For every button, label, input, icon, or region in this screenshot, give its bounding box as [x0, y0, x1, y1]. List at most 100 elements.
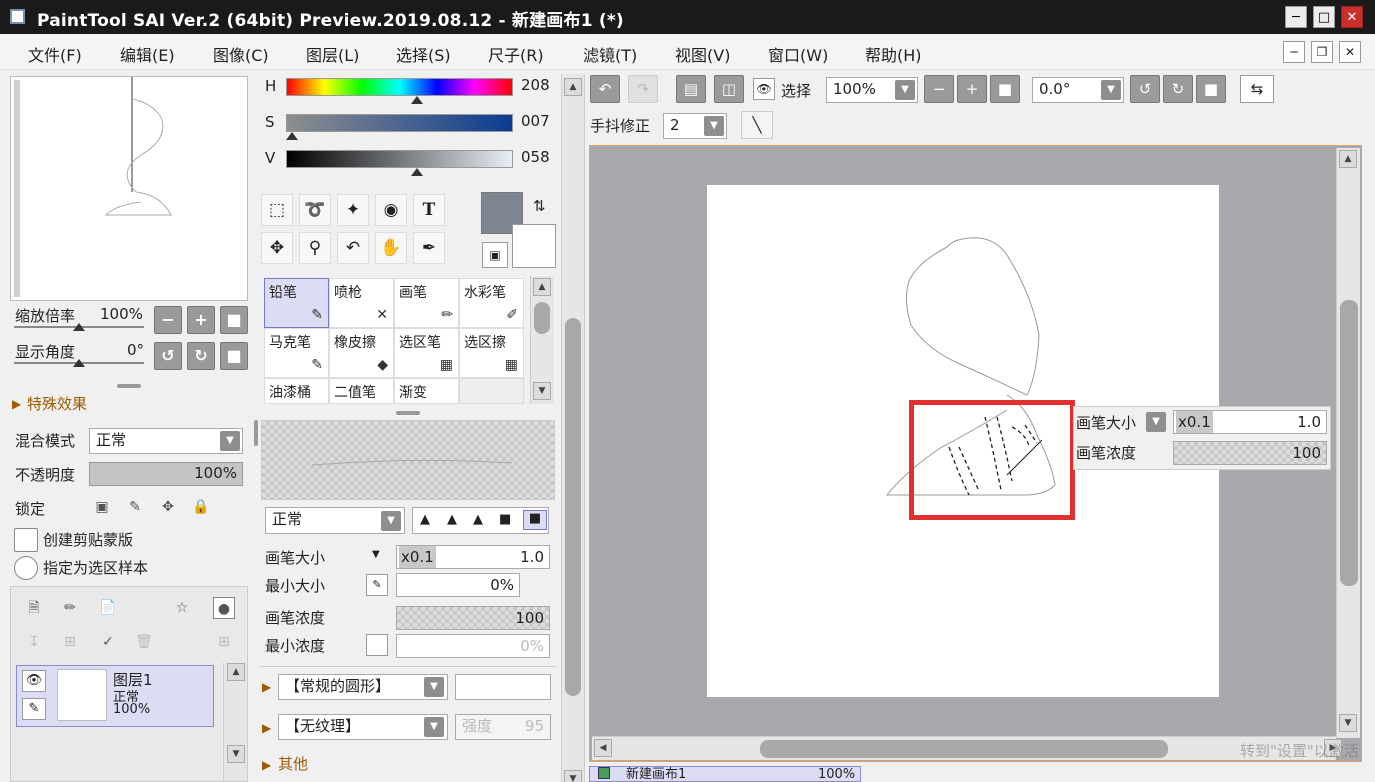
texture-strength-field[interactable]: 强度 95 — [455, 714, 551, 740]
delete-layer-icon[interactable]: 🗑 — [133, 631, 155, 653]
lock-transparency-icon[interactable]: ▣ — [91, 496, 113, 518]
scroll-down-icon[interactable]: ▼ — [1339, 714, 1357, 732]
stabilizer-dropdown-icon[interactable]: ▼ — [704, 116, 724, 136]
line-tool-icon[interactable]: ╲ — [741, 111, 773, 139]
panel-splitter[interactable] — [117, 384, 141, 388]
move-icon[interactable]: ✥ — [261, 232, 293, 264]
pencil-icon[interactable]: ✎ — [22, 698, 46, 720]
new-vector-layer-icon[interactable]: ✏ — [59, 597, 81, 619]
lock-paint-icon[interactable]: ✎ — [124, 496, 146, 518]
brush-scrollbar[interactable]: ▲ ▼ — [530, 276, 554, 404]
selection-sample-toggle[interactable] — [14, 556, 38, 580]
canvas-vscroll-thumb[interactable] — [1340, 300, 1358, 586]
eye-icon[interactable]: 👁 — [753, 78, 775, 100]
clear-layer-icon[interactable]: ✓ — [97, 631, 119, 653]
scroll-up-icon[interactable]: ▲ — [1339, 150, 1357, 168]
toolbar-angle-reset-button[interactable]: ■ — [1196, 75, 1226, 103]
merge-down-icon[interactable]: ⊞ — [59, 631, 81, 653]
background-color-swatch[interactable] — [512, 224, 556, 268]
toolbar-zoom-reset-button[interactable]: ■ — [990, 75, 1020, 103]
layer-mask-icon[interactable]: ● — [213, 597, 235, 619]
document-tab[interactable]: 新建画布1 100% — [589, 766, 861, 782]
brush-shape-strength[interactable] — [455, 674, 551, 700]
lasso-icon[interactable]: ➰ — [299, 194, 331, 226]
texture-expand-icon[interactable]: ▶ — [262, 721, 271, 735]
scroll-left-icon[interactable]: ◀ — [594, 739, 612, 757]
doc-minimize-button[interactable]: ─ — [1283, 41, 1305, 63]
brush-gradient[interactable]: 渐变 — [394, 378, 459, 404]
menu-layer[interactable]: 图层(L) — [306, 42, 359, 66]
brush-watercolor[interactable]: 水彩笔 ✐ — [459, 278, 524, 328]
magic-wand-icon[interactable]: ✦ — [337, 194, 369, 226]
brush-texture-select[interactable]: 【无纹理】 — [278, 714, 448, 740]
zoom-icon[interactable]: ⚲ — [299, 232, 331, 264]
shape-sharp-icon[interactable]: ▲ — [420, 512, 430, 527]
deselect-button[interactable]: ▤ — [676, 75, 706, 103]
canvas-hscrollbar[interactable]: ◀ ▶ — [592, 736, 1342, 760]
close-button[interactable]: ✕ — [1341, 6, 1363, 28]
brush-shape-dropdown-icon[interactable]: ▼ — [424, 677, 444, 697]
minimize-button[interactable]: ─ — [1285, 6, 1307, 28]
canvas-vscrollbar[interactable]: ▲ ▼ — [1336, 148, 1360, 738]
canvas-hscroll-thumb[interactable] — [760, 740, 1168, 758]
brush-select-pen[interactable]: 选区笔 ▦ — [394, 328, 459, 378]
rotate-right-button[interactable]: ↻ — [187, 342, 215, 370]
pressure-density-checkbox[interactable] — [366, 634, 388, 656]
brush-bucket[interactable]: 油漆桶 — [264, 378, 329, 404]
rotate-left-button[interactable]: ↺ — [154, 342, 182, 370]
hue-slider-handle[interactable] — [410, 96, 423, 104]
lock-move-icon[interactable]: ✥ — [157, 496, 179, 518]
brush-scroll-thumb[interactable] — [534, 302, 550, 334]
shape-expand-icon[interactable]: ▶ — [262, 680, 271, 694]
undo-button[interactable]: ↶ — [590, 75, 620, 103]
layer-effect-icon[interactable]: ☆ — [171, 597, 193, 619]
tool-panel-scroll-thumb[interactable] — [565, 318, 581, 696]
value-slider-handle[interactable] — [411, 168, 424, 176]
brush-mode-dropdown-icon[interactable]: ▼ — [381, 511, 401, 531]
min-density-slider[interactable]: 0% — [396, 634, 550, 658]
brush-size-dropdown-icon[interactable]: ▼ — [372, 549, 380, 560]
value-slider[interactable] — [286, 150, 513, 168]
menu-file[interactable]: 文件(F) — [28, 42, 82, 66]
scroll-up-icon[interactable]: ▲ — [564, 78, 582, 96]
brush-brush[interactable]: 画笔 ✏ — [394, 278, 459, 328]
brush-density-slider[interactable]: 100 — [396, 606, 550, 630]
text-icon[interactable]: T — [413, 194, 445, 226]
saturation-slider[interactable] — [286, 114, 513, 132]
zoom-dropdown-icon[interactable]: ▼ — [895, 80, 915, 100]
layer-scrollbar[interactable]: ▲ ▼ — [223, 663, 247, 781]
selection-rect-icon[interactable]: ⬚ — [261, 194, 293, 226]
scroll-down-icon[interactable]: ▼ — [564, 770, 582, 782]
eye-icon[interactable]: 👁 — [22, 670, 46, 692]
angle-reset-button[interactable]: ■ — [220, 342, 248, 370]
scroll-down-icon[interactable]: ▼ — [533, 382, 551, 400]
hue-slider[interactable] — [286, 78, 513, 96]
shape-flat-icon[interactable]: ■ — [499, 512, 511, 527]
zoom-in-button[interactable]: + — [187, 306, 215, 334]
angle-slider-handle[interactable] — [73, 359, 85, 367]
invert-selection-button[interactable]: ◫ — [714, 75, 744, 103]
doc-close-button[interactable]: ✕ — [1339, 41, 1361, 63]
zoom-out-button[interactable]: − — [154, 306, 182, 334]
menu-edit[interactable]: 编辑(E) — [120, 42, 175, 66]
value-value[interactable]: 058 — [521, 148, 550, 166]
pressure-size-icon[interactable]: ✎ — [366, 574, 388, 596]
brush-select-eraser[interactable]: 选区擦 ▦ — [459, 328, 524, 378]
hue-value[interactable]: 208 — [521, 76, 550, 94]
zoom-slider-handle[interactable] — [73, 323, 85, 331]
brush-eraser[interactable]: 橡皮擦 ◆ — [329, 328, 394, 378]
brush-airbrush[interactable]: 喷枪 ✕ — [329, 278, 394, 328]
clip-mask-checkbox[interactable] — [14, 528, 38, 552]
layer-row[interactable]: 👁 ✎ 图层1 正常 100% — [16, 665, 214, 727]
zoom-reset-button[interactable]: ■ — [220, 306, 248, 334]
scroll-down-icon[interactable]: ▼ — [227, 745, 245, 763]
effects-expand-icon[interactable]: ▶ — [12, 397, 21, 411]
shape-blunt-icon[interactable]: ▲ — [473, 512, 483, 527]
shape-square-icon[interactable]: ■ — [523, 510, 547, 530]
scroll-up-icon[interactable]: ▲ — [533, 278, 551, 296]
new-layer-icon[interactable]: 🗎 — [23, 597, 45, 619]
effects-label[interactable]: 特殊效果 — [27, 393, 87, 414]
transfer-down-icon[interactable]: ↧ — [23, 631, 45, 653]
blend-mode-dropdown-icon[interactable]: ▼ — [220, 431, 240, 451]
scroll-up-icon[interactable]: ▲ — [227, 663, 245, 681]
